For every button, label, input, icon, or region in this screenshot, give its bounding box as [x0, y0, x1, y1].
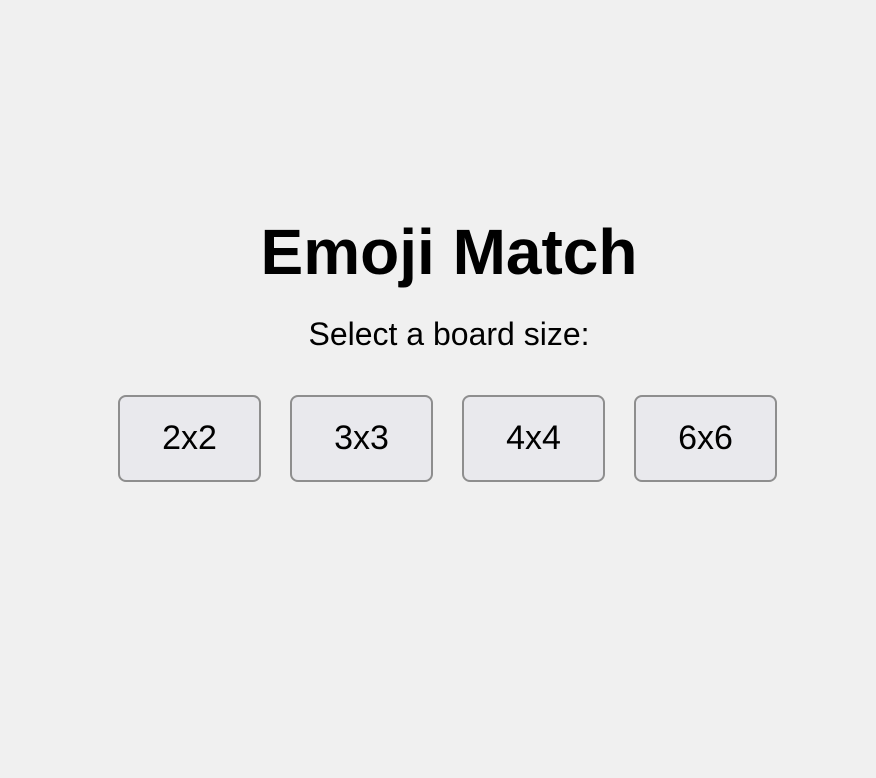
board-size-4x4-button[interactable]: 4x4	[462, 395, 605, 482]
board-size-3x3-button[interactable]: 3x3	[290, 395, 433, 482]
board-size-2x2-button[interactable]: 2x2	[118, 395, 261, 482]
start-screen: Emoji Match Select a board size: 2x2 3x3…	[0, 0, 876, 778]
board-size-6x6-button[interactable]: 6x6	[634, 395, 777, 482]
page-title: Emoji Match	[260, 216, 638, 288]
board-size-buttons: 2x2 3x3 4x4 6x6	[118, 395, 777, 482]
board-size-prompt: Select a board size:	[308, 316, 590, 352]
